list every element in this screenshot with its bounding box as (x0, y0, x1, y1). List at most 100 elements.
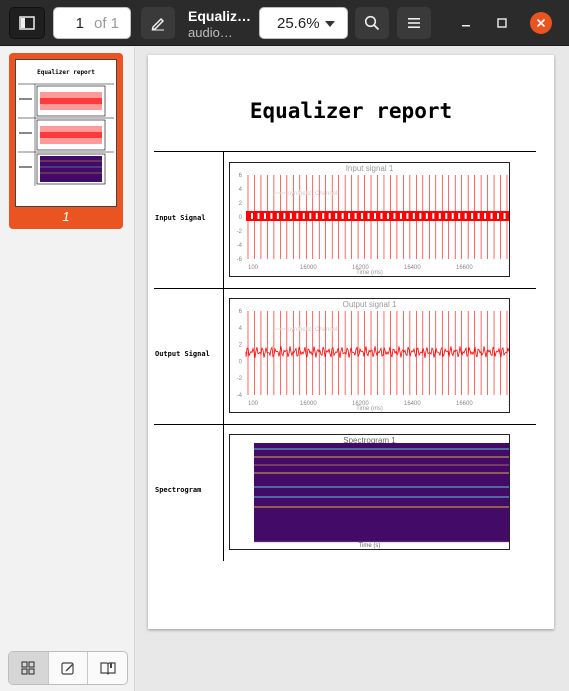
table-divider (154, 288, 536, 289)
signal-gap (497, 213, 500, 219)
grid-icon (21, 661, 35, 675)
y-tick-label: 6 (239, 173, 243, 179)
signal-gap (386, 213, 389, 219)
pencil-icon (151, 17, 165, 31)
signal-gap (296, 213, 299, 219)
output-signal-plot: Output signal 1 6 4 2 0 -2 -4 100 16000 16200 164… (229, 298, 510, 413)
output-signal-chart: 6420-2-41001600016200164001660016synthet… (237, 309, 509, 407)
page-number-entry[interactable]: 1 of 1 (53, 7, 131, 39)
document-view[interactable]: Equalizer report Input Signal Input sign… (136, 47, 569, 691)
row-label-output-signal: Output Signal (155, 350, 210, 358)
plot-xlabel: Time (ms) (356, 406, 383, 412)
table-divider (154, 424, 536, 425)
y-tick-label: -4 (237, 243, 243, 249)
signal-gap (445, 213, 448, 219)
zoom-selector[interactable]: 25.6% (259, 7, 348, 39)
maximize-icon (497, 18, 507, 28)
y-tick-label: 6 (239, 309, 243, 315)
y-tick-label: 2 (239, 201, 243, 207)
y-tick-label: 0 (239, 359, 243, 365)
signal-gap (354, 213, 357, 219)
maximize-button[interactable] (492, 13, 512, 33)
y-tick-label: -4 (237, 393, 243, 399)
thumbnail-page-label: 1 (62, 209, 70, 224)
window-title: Equaliz… (188, 8, 250, 24)
signal-gap (341, 213, 344, 219)
search-button[interactable] (355, 7, 389, 39)
signal-gap (503, 213, 506, 219)
signal-gap (393, 213, 396, 219)
signal-gap (380, 213, 383, 219)
signal-gap (328, 213, 331, 219)
signal-gap (257, 213, 260, 219)
plot-xlabel: Time (ms) (356, 270, 383, 276)
search-icon (364, 15, 380, 31)
spectrogram-plot: Spectrogram 1 Time (s) (229, 434, 510, 550)
signal-gap (348, 213, 351, 219)
legend-label: synthetic_Channel (288, 327, 337, 333)
signal-gap (412, 213, 415, 219)
chevron-down-icon (325, 21, 335, 27)
y-tick-label: 4 (239, 326, 243, 332)
hamburger-menu-icon (408, 18, 420, 28)
signal-gap (289, 213, 292, 219)
page-thumbnail-image: Equalizer report (15, 59, 117, 207)
page-thumbnail-selected[interactable]: Equalizer report 1 (9, 53, 123, 229)
main-menu-button[interactable] (397, 7, 431, 39)
sidebar-toggle-button[interactable] (9, 7, 45, 39)
signal-gap (263, 213, 266, 219)
window-title-block: Equaliz… audio… (188, 8, 250, 40)
signal-gap (276, 213, 279, 219)
signal-gap (335, 213, 338, 219)
signal-gap (490, 213, 493, 219)
sidebar: Equalizer report 1 (0, 47, 135, 691)
signal-gap (251, 213, 253, 219)
signal-gap (309, 213, 312, 219)
header-bar: 1 of 1 Equaliz… audio… 25.6% (0, 0, 569, 46)
close-button[interactable] (530, 12, 552, 34)
zoom-value: 25.6% (277, 14, 320, 32)
close-icon (536, 18, 546, 28)
y-tick-label: -2 (237, 376, 243, 382)
minimize-button[interactable] (456, 13, 476, 33)
y-tick-label: 0 (239, 215, 243, 221)
spectrogram-chart (254, 443, 509, 543)
signal-band (246, 211, 509, 221)
page-number-input[interactable]: 1 (54, 15, 84, 32)
tab-annotations[interactable] (49, 652, 89, 684)
report-title: Equalizer report (249, 99, 453, 123)
table-column-divider (223, 151, 224, 561)
signal-gap (464, 213, 467, 219)
y-tick-label: 2 (239, 343, 243, 349)
signal-gap (438, 213, 441, 219)
signal-gap (367, 213, 370, 219)
signal-gap (406, 213, 409, 219)
minimize-icon (462, 25, 470, 27)
book-icon (100, 662, 116, 675)
row-label-spectrogram: Spectrogram (155, 486, 202, 494)
signal-gap (374, 213, 377, 219)
tab-thumbnails[interactable] (9, 652, 49, 684)
signal-gap (451, 213, 454, 219)
signal-gap (432, 213, 435, 219)
plot-xlabel: Time (s) (358, 543, 381, 549)
signal-gap (458, 213, 461, 219)
signal-gap (270, 213, 273, 219)
sidebar-icon (19, 16, 35, 30)
signal-gap (322, 213, 325, 219)
annotate-button[interactable] (141, 7, 175, 39)
row-label-input-signal: Input Signal (155, 214, 206, 222)
y-tick-label: -6 (237, 257, 243, 263)
signal-gap (477, 213, 480, 219)
signal-gap (361, 213, 364, 219)
tab-bookmarks[interactable] (88, 652, 127, 684)
document-viewer-window: 1 of 1 Equaliz… audio… 25.6% Equalizer r… (0, 0, 569, 691)
input-signal-plot: Input signal 1 6 4 2 0 -2 -4 -6 100 16000 16200 16… (229, 162, 510, 277)
document-page: Equalizer report Input Signal Input sign… (148, 55, 554, 629)
y-tick-label: 4 (239, 187, 243, 193)
legend-label: synthetic_Channel (288, 191, 337, 197)
signal-gap (419, 213, 422, 219)
signal-gap (302, 213, 305, 219)
signal-gap (425, 213, 428, 219)
input-signal-chart: 6420-2-4-61001600016200164001660016synth… (237, 173, 509, 271)
